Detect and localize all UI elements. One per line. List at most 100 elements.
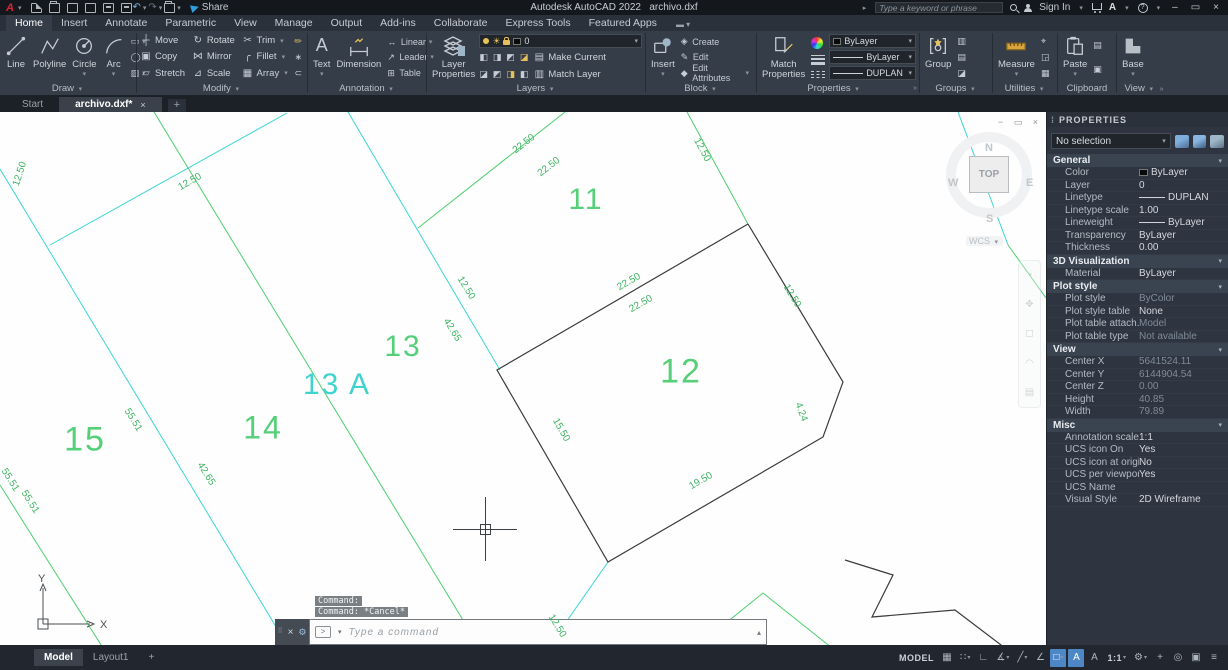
fillet-button[interactable]: ╭ Fillet ▾ xyxy=(242,49,291,64)
object-color-dropdown[interactable]: ByLayer ▾ xyxy=(829,34,916,48)
utilities-panel-label[interactable]: Utilities ▾ xyxy=(993,82,1057,95)
file-tab-start[interactable]: Start xyxy=(6,97,59,112)
selection-dropdown[interactable]: No selection ▾ xyxy=(1051,133,1171,149)
ortho-icon[interactable]: ∟ xyxy=(975,649,991,667)
model-space-button[interactable]: MODEL xyxy=(896,649,937,667)
palette-grip-icon[interactable]: ⁞ xyxy=(1051,115,1055,125)
lineweight-icon[interactable] xyxy=(811,55,826,65)
command-history-toggle-icon[interactable]: ▴ xyxy=(757,628,761,637)
ungroup-icon[interactable]: ▥ xyxy=(957,35,966,48)
collapse-icon[interactable]: ▾ xyxy=(1218,257,1222,265)
ribbon-tab-express-tools[interactable]: Express Tools xyxy=(496,15,579,31)
viewcube-north[interactable]: N xyxy=(985,142,993,154)
move-button[interactable]: ┼ Move xyxy=(140,33,186,48)
isometric-drafting-icon[interactable]: ╱ ▾ xyxy=(1014,649,1030,667)
measure-button[interactable]: Measure ▾ xyxy=(996,33,1037,82)
command-input-field[interactable]: > ▾ Type a command ▴ xyxy=(309,619,767,645)
collapse-icon[interactable]: ▾ xyxy=(1218,421,1222,429)
open-file-icon[interactable] xyxy=(49,0,61,13)
match-layer-button[interactable]: ▥ Match Layer xyxy=(533,67,601,82)
viewcube-east[interactable]: E xyxy=(1026,177,1033,189)
layers-panel-label[interactable]: Layers ▾ xyxy=(427,82,645,95)
property-value[interactable]: 1.00 xyxy=(1139,205,1228,216)
layer-select-dropdown[interactable]: ☀ 0 ▾ xyxy=(479,34,642,48)
copy-button[interactable]: ▣ Copy xyxy=(140,49,186,64)
customize-wrench-icon[interactable]: ⚙ xyxy=(298,627,306,638)
layer-tool-icon[interactable]: ◩ xyxy=(506,51,515,64)
plot-icon[interactable] xyxy=(103,2,115,13)
annotation-panel-label[interactable]: Annotation ▾ xyxy=(308,82,426,95)
property-value[interactable]: No xyxy=(1139,457,1228,468)
parcel-12-outline[interactable] xyxy=(496,223,844,563)
collapse-icon[interactable]: ▾ xyxy=(1218,283,1222,291)
isolate-objects-icon[interactable]: ◎ xyxy=(1170,649,1186,667)
hardware-acceleration-icon[interactable]: ▣ xyxy=(1188,649,1204,667)
ribbon-tab-add-ins[interactable]: Add-ins xyxy=(371,15,425,31)
palette-section-misc[interactable]: Misc ▾ xyxy=(1047,418,1228,432)
palette-header[interactable]: ⁞ PROPERTIES xyxy=(1047,112,1228,127)
dimension-button[interactable]: Dimension xyxy=(334,33,383,82)
quick-calc-icon[interactable]: ▦ xyxy=(1041,67,1050,80)
dropdown-arrow-icon[interactable]: ▾ xyxy=(1123,654,1126,661)
orbit-icon[interactable]: ◠ xyxy=(1025,358,1034,369)
viewcube-west[interactable]: W xyxy=(948,177,958,189)
layer-properties-button[interactable]: Layer Properties xyxy=(430,33,477,82)
stretch-button[interactable]: ▱ Stretch xyxy=(140,66,186,81)
boundary-dark-zigzag[interactable] xyxy=(844,559,1005,645)
autocad-logo-icon[interactable]: A xyxy=(6,2,14,14)
zoom-extents-icon[interactable]: ◻ xyxy=(1025,328,1033,339)
dropdown-arrow-icon[interactable]: ▾ xyxy=(1060,654,1063,661)
new-drawing-tab-button[interactable]: + xyxy=(167,99,187,112)
property-value[interactable]: 6144904.54 xyxy=(1139,369,1228,380)
collapse-icon[interactable]: ▾ xyxy=(1218,157,1222,165)
layout1-tab[interactable]: Layout1 xyxy=(83,649,139,666)
make-current-button[interactable]: ▤ Make Current xyxy=(533,50,606,65)
grid-icon[interactable]: ▦ xyxy=(939,649,955,667)
full-navigation-wheel-icon[interactable]: ◔ xyxy=(1026,270,1032,281)
property-value[interactable]: 40.85 xyxy=(1139,394,1228,405)
draw-panel-label[interactable]: Draw ▾ xyxy=(0,82,136,95)
layer-tool-icon[interactable]: ◧ xyxy=(520,68,529,81)
search-input[interactable]: Type a keyword or phrase xyxy=(875,2,1004,13)
toggle-pickadd-icon[interactable] xyxy=(1174,134,1189,148)
restore-button[interactable]: ▭ xyxy=(1188,2,1203,13)
cut-clip-icon[interactable]: ▣ xyxy=(1093,63,1102,76)
boundary-cyan-topleft[interactable] xyxy=(49,112,288,246)
redo-icon[interactable]: ↷ xyxy=(148,2,156,13)
close-command-line-icon[interactable]: × xyxy=(288,627,294,638)
autodesk-account-icon[interactable]: A xyxy=(1109,2,1116,13)
print-icon[interactable] xyxy=(121,2,133,13)
quick-select-icon[interactable]: ◲ xyxy=(1041,51,1050,64)
layer-tool-icon[interactable]: ◧ xyxy=(479,51,488,64)
command-line-grip[interactable]: ⠿ × ⚙ xyxy=(275,619,309,645)
ribbon-display-toggle[interactable]: ▬ ▾ xyxy=(676,20,690,31)
app-store-cart-icon[interactable] xyxy=(1091,3,1102,13)
palette-section-3d-visualization[interactable]: 3D Visualization ▾ xyxy=(1047,254,1228,268)
wcs-menu[interactable]: WCS ▾ xyxy=(966,236,1004,246)
quick-select-icon[interactable] xyxy=(1210,134,1225,148)
customization-menu-icon[interactable]: ≡ xyxy=(1206,649,1222,667)
ribbon-tab-output[interactable]: Output xyxy=(322,15,372,31)
workspace-switching-icon[interactable]: ⚙ ▾ xyxy=(1131,649,1150,667)
palette-section-view[interactable]: View ▾ xyxy=(1047,343,1228,356)
sign-in-avatar-icon[interactable] xyxy=(1024,3,1033,12)
property-value[interactable]: ByLayer xyxy=(1139,167,1228,178)
mirror-button[interactable]: ⋈ Mirror xyxy=(192,49,236,64)
autoscale-icon[interactable]: A xyxy=(1086,649,1102,667)
annotation-visibility-icon[interactable]: A xyxy=(1068,648,1085,667)
dropdown-arrow-icon[interactable]: ▾ xyxy=(967,654,970,661)
file-tab-archivo[interactable]: archivo.dxf* × xyxy=(59,97,162,112)
match-properties-button[interactable]: Match Properties xyxy=(760,33,807,82)
array-button[interactable]: ▦ Array ▾ xyxy=(242,66,291,81)
property-value[interactable]: Not available xyxy=(1139,331,1228,342)
workspace-icon[interactable] xyxy=(164,0,176,13)
linetype-icon[interactable] xyxy=(811,71,826,78)
ribbon-tab-manage[interactable]: Manage xyxy=(266,15,322,31)
ribbon-tab-collaborate[interactable]: Collaborate xyxy=(425,15,497,31)
new-file-icon[interactable] xyxy=(31,2,43,13)
layer-tool-icon[interactable]: ◨ xyxy=(493,51,502,64)
help-icon[interactable]: ? xyxy=(1137,2,1148,13)
pan-icon[interactable]: ✥ xyxy=(1025,299,1033,310)
dropdown-arrow-icon[interactable]: ▾ xyxy=(1024,654,1027,661)
ribbon-tab-parametric[interactable]: Parametric xyxy=(156,15,225,31)
